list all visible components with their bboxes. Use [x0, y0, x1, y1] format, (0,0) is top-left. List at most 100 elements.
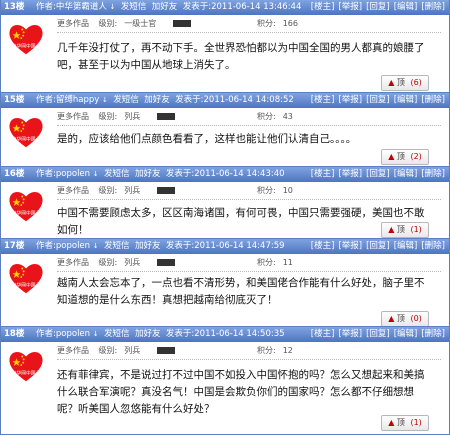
post-action-0[interactable]: [楼主] [311, 95, 335, 105]
online-icon: ↓ [109, 3, 116, 11]
post-action-3[interactable]: [编辑] [394, 329, 418, 339]
post-actions: [楼主] [举报] [回复] [编辑] [删除] [307, 93, 445, 108]
vote-button[interactable]: ▲ 顶 (1) [381, 415, 429, 431]
posted-prefix: 发表于: [165, 329, 195, 339]
post-content: 还有菲律宾，不是说过打不过中国不如投入中国怀抱的吗？怎么又想起来和美搞什么联合军… [57, 369, 425, 415]
post-action-4[interactable]: [删除] [421, 2, 445, 12]
author-prefix: 作者: [36, 241, 56, 251]
post-action-4[interactable]: [删除] [421, 95, 445, 105]
post: 16楼 作者:popolen ↓ 发短信 加好友 发表于:2011-06-14 … [0, 167, 450, 239]
vote-count: (6) [410, 78, 422, 87]
post-content: 中国不需要顾虑太多，区区南海诸国，有何可畏，中国只需要强硬，美国也不敢如何！ [57, 207, 425, 236]
post-action-3[interactable]: [编辑] [394, 95, 418, 105]
rank-badge-icon [156, 113, 175, 120]
post-action-3[interactable]: [编辑] [394, 241, 418, 251]
post-action-1[interactable]: [举报] [338, 2, 362, 12]
author-name[interactable]: popolen [56, 169, 90, 179]
avatar[interactable]: 中华网中国心 [7, 20, 45, 58]
points-info: 积分: 10 [257, 186, 293, 195]
author-line: 作者:中华第霸道人 ↓ 发短信 加好友 发表于:2011-06-14 13:46… [36, 0, 301, 15]
divider [57, 199, 441, 200]
post-action-0[interactable]: [楼主] [311, 241, 335, 251]
add-friend-link[interactable]: 加好友 [135, 329, 161, 339]
posted-prefix: 发表于: [175, 95, 204, 105]
vote-label: 顶 [396, 418, 405, 427]
rank-badge-icon [156, 347, 175, 354]
floor-number: 17楼 [4, 241, 25, 251]
vote-button[interactable]: ▲ 顶 (0) [381, 311, 429, 327]
post-time: 2011-06-14 14:43:40 [194, 169, 285, 179]
post-action-4[interactable]: [删除] [421, 169, 445, 179]
add-friend-link[interactable]: 加好友 [135, 241, 161, 251]
divider [57, 359, 441, 360]
avatar[interactable]: 中华网中国心 [7, 259, 45, 297]
points-value: 12 [282, 346, 293, 355]
profile-link[interactable]: 更多作品 [57, 258, 89, 267]
avatar[interactable]: 中华网中国心 [7, 347, 45, 385]
add-friend-link[interactable]: 加好友 [135, 169, 161, 179]
author-prefix: 作者: [36, 169, 56, 179]
post-action-3[interactable]: [编辑] [394, 169, 418, 179]
author-line: 作者:popolen ↓ 发短信 加好友 发表于:2011-06-14 14:4… [36, 167, 285, 182]
post-action-0[interactable]: [楼主] [311, 2, 335, 12]
profile-link[interactable]: 更多作品 [57, 186, 89, 195]
post-action-1[interactable]: [举报] [338, 169, 362, 179]
vote-button[interactable]: ▲ 顶 (2) [381, 149, 429, 165]
post: 13楼 作者:中华第霸道人 ↓ 发短信 加好友 发表于:2011-06-14 1… [0, 0, 450, 93]
level-value: 列兵 [124, 112, 141, 121]
floor-number: 16楼 [4, 169, 25, 179]
vote-button[interactable]: ▲ 顶 (6) [381, 75, 429, 91]
profile-link[interactable]: 更多作品 [57, 346, 89, 355]
post-header: 16楼 作者:popolen ↓ 发短信 加好友 发表于:2011-06-14 … [1, 167, 449, 182]
avatar[interactable]: 中华网中国心 [7, 113, 45, 151]
add-friend-link[interactable]: 加好友 [144, 95, 170, 105]
avatar[interactable]: 中华网中国心 [7, 187, 45, 225]
profile-link[interactable]: 更多作品 [57, 112, 89, 121]
post-action-2[interactable]: [回复] [366, 329, 390, 339]
author-name[interactable]: popolen [56, 241, 90, 251]
post-action-2[interactable]: [回复] [366, 169, 390, 179]
post-header: 17楼 作者:popolen ↓ 发短信 加好友 发表于:2011-06-14 … [1, 239, 449, 254]
pm-link[interactable]: 发短信 [104, 241, 130, 251]
post-action-4[interactable]: [删除] [421, 329, 445, 339]
author-name[interactable]: 留缚happy [56, 95, 99, 105]
post-header: 15楼 作者:留缚happy ↓ 发短信 加好友 发表于:2011-06-14 … [1, 93, 449, 108]
pm-link[interactable]: 发短信 [113, 95, 139, 105]
post-action-1[interactable]: [举报] [338, 95, 362, 105]
post-time: 2011-06-14 14:08:52 [203, 95, 294, 105]
vote-label: 顶 [396, 314, 405, 323]
level-info: 级别: 列兵 [98, 186, 141, 195]
level-value: 列兵 [124, 258, 141, 267]
post-action-1[interactable]: [举报] [338, 329, 362, 339]
post-action-3[interactable]: [编辑] [394, 2, 418, 12]
pm-link[interactable]: 发短信 [104, 169, 130, 179]
level-value: 一级士官 [124, 19, 157, 28]
post-action-0[interactable]: [楼主] [311, 329, 335, 339]
post-action-2[interactable]: [回复] [366, 241, 390, 251]
rank-badge-icon [156, 187, 175, 194]
post-action-4[interactable]: [删除] [421, 241, 445, 251]
profile-link[interactable]: 更多作品 [57, 19, 89, 28]
author-name[interactable]: 中华第霸道人 [56, 2, 107, 12]
post-action-0[interactable]: [楼主] [311, 169, 335, 179]
author-line: 作者:popolen ↓ 发短信 加好友 发表于:2011-06-14 14:4… [36, 239, 285, 254]
author-name[interactable]: popolen [56, 329, 90, 339]
up-arrow-icon: ▲ [388, 418, 395, 427]
add-friend-link[interactable]: 加好友 [152, 2, 178, 12]
pm-link[interactable]: 发短信 [121, 2, 147, 12]
posted-prefix: 发表于: [165, 169, 195, 179]
post-action-2[interactable]: [回复] [366, 95, 390, 105]
points-value: 166 [282, 19, 298, 28]
vote-label: 顶 [396, 225, 405, 234]
post-action-1[interactable]: [举报] [338, 241, 362, 251]
post-meta: 更多作品 级别: 一级士官 积分: 166 [57, 18, 441, 31]
up-arrow-icon: ▲ [388, 314, 395, 323]
online-icon: ↓ [92, 170, 99, 178]
level-info: 级别: 列兵 [98, 346, 141, 355]
post-action-2[interactable]: [回复] [366, 2, 390, 12]
posted-prefix: 发表于: [165, 241, 195, 251]
vote-count: (1) [410, 418, 422, 427]
post-actions: [楼主] [举报] [回复] [编辑] [删除] [307, 0, 445, 15]
vote-button[interactable]: ▲ 顶 (1) [381, 222, 429, 238]
pm-link[interactable]: 发短信 [104, 329, 130, 339]
